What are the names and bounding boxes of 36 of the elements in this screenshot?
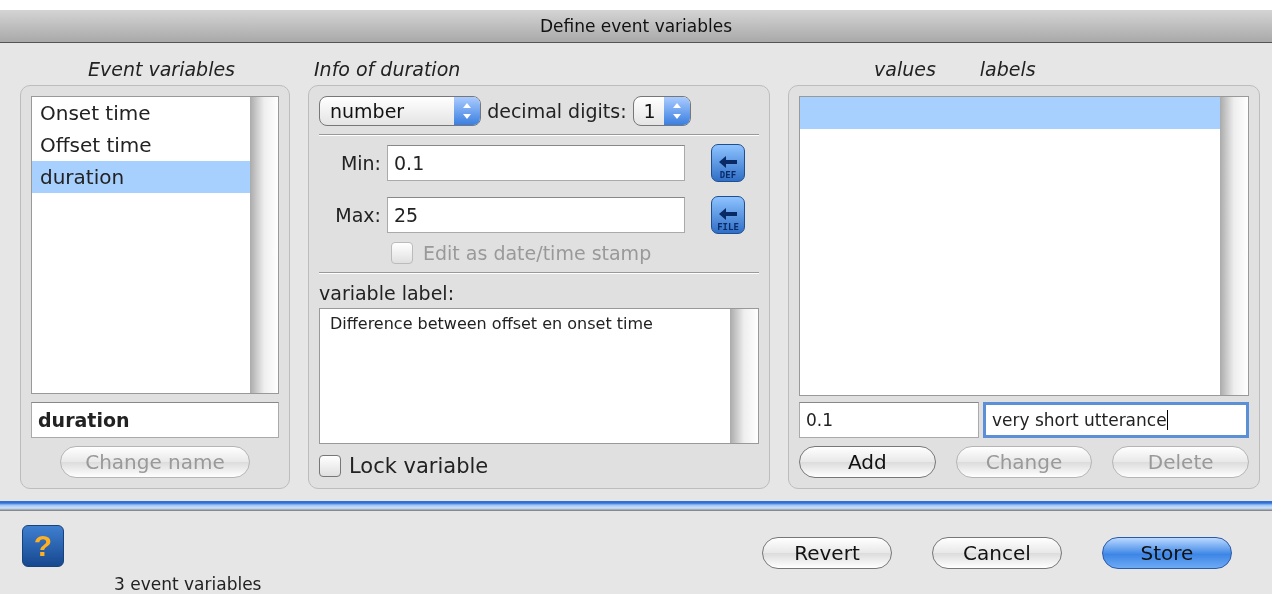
type-dropdown[interactable]: number — [319, 96, 482, 126]
list-item[interactable]: Onset time — [32, 97, 250, 129]
checkbox[interactable] — [319, 455, 341, 477]
decimal-digits-label: decimal digits: — [487, 100, 627, 122]
name-field[interactable]: duration — [31, 402, 279, 438]
decimal-dropdown[interactable]: 1 — [632, 96, 691, 126]
store-button[interactable]: Store — [1102, 537, 1232, 569]
text-area[interactable]: Difference between offset en onset time — [319, 308, 759, 444]
input-field[interactable]: 25 — [387, 197, 685, 233]
input-field[interactable]: 0.1 — [387, 145, 685, 181]
checkbox-label: Lock variable — [349, 454, 489, 478]
label-field[interactable]: very short utterance — [983, 402, 1249, 438]
stepper-icon — [454, 97, 481, 125]
section-heading: Event variables — [87, 57, 237, 82]
value-field[interactable]: 0.1 — [799, 402, 979, 438]
scrollbar[interactable] — [250, 97, 278, 393]
dialog-button[interactable]: Cancel — [932, 537, 1062, 569]
left-arrow-icon — [717, 155, 739, 169]
text-area-value: Difference between offset en onset time — [329, 313, 654, 335]
field-label: Max: — [334, 204, 381, 226]
column-heading: labels — [979, 57, 1036, 82]
scrollbar[interactable] — [1220, 97, 1248, 395]
stepper-icon — [663, 97, 690, 125]
status-text: 3 event variables — [114, 574, 262, 594]
dialog-button[interactable]: Revert — [762, 537, 892, 569]
section-heading: Info of duration — [313, 57, 462, 82]
list-item[interactable]: Offset time — [32, 129, 250, 161]
scrollbar[interactable] — [730, 309, 758, 443]
variable-label-caption: variable label: — [319, 282, 456, 304]
list-button[interactable]: Add — [799, 446, 936, 478]
left-arrow-icon — [717, 207, 739, 221]
column-heading: values — [874, 57, 936, 82]
field-label: Min: — [339, 152, 381, 174]
checkbox-label: Edit as date/time stamp — [423, 242, 652, 264]
window-title: Define event variables — [539, 16, 733, 36]
list-item[interactable]: duration — [32, 161, 250, 193]
